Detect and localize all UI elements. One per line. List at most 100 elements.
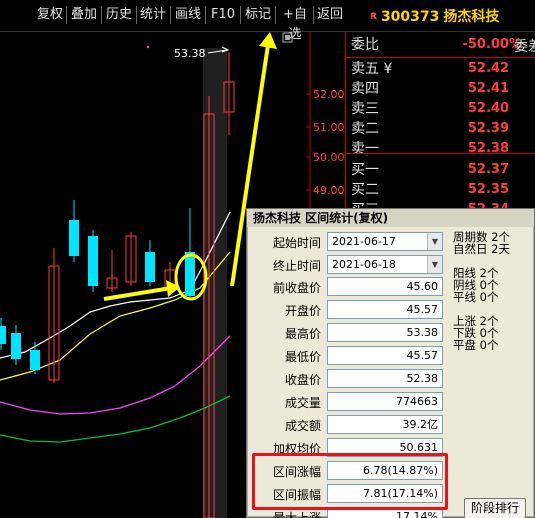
flat-value: 0个 (479, 290, 499, 304)
field-label: 最大上涨 (272, 511, 321, 518)
end-time-label: 终止时间 (272, 259, 321, 273)
stock-title: R 300373 扬杰科技 (370, 6, 499, 28)
field-label: 成交量 (284, 396, 321, 410)
field-label: 收盘价 (284, 373, 321, 387)
bid-row[interactable]: 买一 52.37 (346, 160, 535, 180)
back-button[interactable]: 返回 (316, 5, 344, 25)
highlight-arrow-up-head (259, 32, 277, 49)
stock-code: 300373 (380, 9, 440, 25)
high-price-label: 53.38 (174, 47, 206, 60)
bid-row[interactable]: 买二 52.35 (346, 180, 535, 200)
candle (30, 342, 40, 374)
flat-label: 平线 (453, 290, 476, 304)
turnover-field: 39.2亿 (327, 415, 443, 434)
high-price-field: 53.38 (327, 323, 443, 342)
candle (69, 200, 79, 262)
highlight-arrow-left (103, 286, 172, 301)
ask-row[interactable]: 卖五 ¥ 52.42 (346, 59, 535, 79)
weighted-avg-field: 50.631 (327, 438, 443, 457)
ma-line-green (0, 395, 231, 443)
toolbar-divider (313, 6, 314, 24)
ask-row[interactable]: 卖二 52.39 (346, 119, 535, 139)
interval-amplitude-field: 7.81(17.14%) (327, 484, 443, 503)
chevron-down-icon[interactable]: ▼ (427, 256, 442, 273)
candles (0, 52, 235, 518)
history-button[interactable]: 历史 (105, 5, 133, 25)
margin-badge: R (370, 12, 377, 22)
start-date-select[interactable]: 2021-06-17 ▼ (327, 232, 443, 251)
price-tick-label: 52.00 (313, 88, 345, 101)
candle (48, 248, 60, 383)
ask-label: 卖三 (351, 101, 379, 117)
candle (125, 232, 137, 286)
bid-price: 52.37 (467, 162, 509, 177)
price-axis: 52.00 51.00 50.00 49.00 (306, 88, 345, 197)
ma-line-white (0, 211, 231, 359)
ask-row[interactable]: 卖三 52.40 (346, 99, 535, 119)
weibi-row: 委比 -50.00% (346, 35, 535, 55)
dot-marker (146, 45, 150, 49)
price-tick-label: 51.00 (313, 121, 345, 134)
field-label: 开盘价 (284, 304, 321, 318)
candle (106, 250, 118, 292)
end-date-value: 2021-06-18 (332, 258, 396, 271)
close-price-field: 52.38 (327, 369, 443, 388)
overlay-button[interactable]: 叠加 (70, 5, 98, 25)
mark-button[interactable]: 标记 (244, 5, 272, 25)
toolbar-divider (205, 6, 206, 24)
fuquan-button[interactable]: 复权 (37, 5, 63, 25)
draw-line-button[interactable]: 画线 (174, 5, 202, 25)
natural-value: 2天 (491, 242, 510, 256)
weicha-label: 委差 (514, 39, 535, 55)
end-date-select[interactable]: 2021-06-18 ▼ (327, 255, 443, 274)
field-label: 区间涨幅 (272, 465, 321, 479)
open-price-field: 45.57 (327, 300, 443, 319)
candle (0, 318, 6, 350)
field-label: 最低价 (284, 350, 321, 364)
ask-label: 卖一 (351, 141, 379, 157)
even-value: 0个 (479, 338, 499, 352)
ask-price: 52.41 (467, 81, 509, 96)
volume-field: 774663 (327, 392, 443, 411)
dialog-title: 扬杰科技 区间统计(复权) (247, 209, 534, 227)
ask-price: 52.40 (467, 101, 509, 116)
ask-row[interactable]: 卖四 52.41 (346, 79, 535, 99)
ask-label: 卖二 (351, 121, 379, 137)
ask-label: 卖五 ¥ (351, 61, 393, 77)
top-toolbar: 复权 叠加 历史 统计 画线 F10 标记 +自选 返回 R 300373 扬杰科技 (0, 0, 535, 42)
stage-rank-button[interactable]: 阶段排行 (464, 498, 526, 518)
natural-label: 自然日 (453, 242, 488, 256)
ask-row[interactable]: 卖一 52.38 (346, 139, 535, 159)
toolbar-divider (101, 6, 102, 24)
chevron-down-icon[interactable]: ▼ (427, 233, 442, 250)
interval-stats-dialog: 扬杰科技 区间统计(复权) 起始时间 2021-06-17 ▼ 终止时间 202… (246, 208, 535, 518)
toolbar-divider (170, 6, 171, 24)
f10-button[interactable]: F10 (210, 5, 236, 25)
start-date-value: 2021-06-17 (332, 235, 396, 248)
ask-label: 卖四 (351, 81, 379, 97)
chart-option-icon-inner (285, 35, 290, 40)
weibi-label: 委比 (351, 37, 379, 53)
ask-price: 52.38 (467, 141, 509, 156)
interval-gain-field: 6.78(14.87%) (327, 461, 443, 480)
max-rise-field: 17.14% (327, 507, 443, 518)
add-watchlist-button[interactable]: +自选 (278, 5, 312, 42)
candle (88, 230, 98, 292)
toolbar-divider (66, 6, 67, 24)
even-row: 平盘 0个 (453, 339, 498, 351)
toolbar-divider (136, 6, 137, 24)
toolbar-divider (275, 6, 276, 24)
field-label: 成交额 (284, 419, 321, 433)
field-label: 前收盘价 (272, 281, 321, 295)
divider (346, 153, 535, 154)
bid-price: 52.35 (467, 182, 509, 197)
field-label: 最高价 (284, 327, 321, 341)
statistics-button[interactable]: 统计 (139, 5, 167, 25)
even-label: 平盘 (453, 338, 476, 352)
stock-name: 扬杰科技 (443, 9, 500, 25)
toolbar-divider (240, 6, 241, 24)
candle (145, 240, 155, 286)
field-label: 区间振幅 (272, 488, 321, 502)
field-label: 加权均价 (272, 442, 321, 456)
flat-row: 平线 0个 (453, 291, 498, 303)
